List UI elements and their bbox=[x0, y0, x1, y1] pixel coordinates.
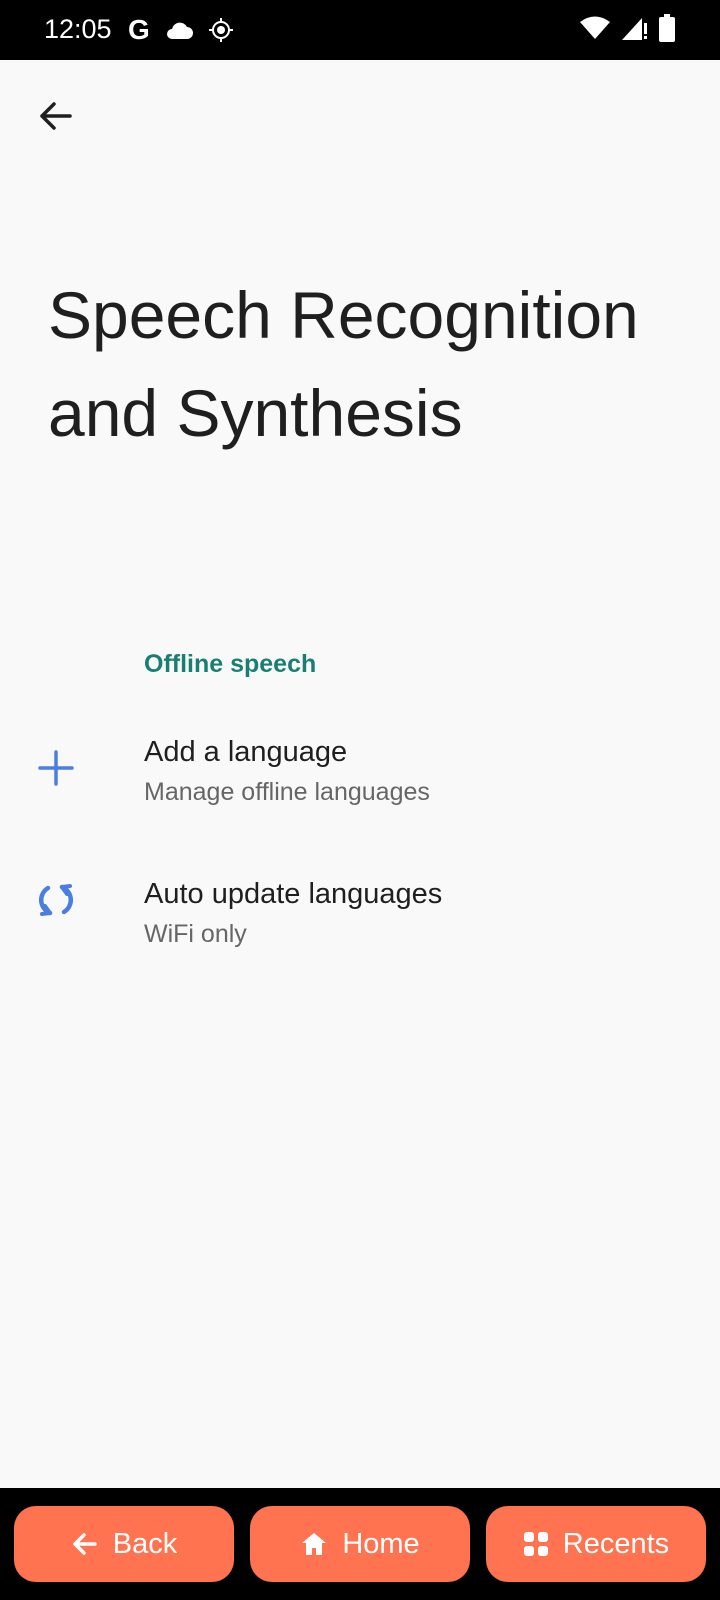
status-bar: 12:05 G bbox=[0, 0, 720, 60]
arrow-left-icon bbox=[73, 1533, 97, 1555]
status-time: 12:05 bbox=[44, 14, 112, 44]
add-language-item[interactable]: Add a language Manage offline languages bbox=[0, 708, 720, 838]
auto-update-languages-item[interactable]: Auto update languages WiFi only bbox=[0, 850, 720, 980]
battery-icon bbox=[659, 14, 675, 42]
status-icons-right bbox=[580, 14, 676, 42]
home-icon bbox=[302, 1533, 327, 1555]
arrow-left-icon bbox=[40, 102, 72, 130]
signal-icon bbox=[622, 18, 647, 40]
section-header: Offline speech bbox=[144, 650, 317, 678]
nav-recents-button[interactable]: Recents bbox=[486, 1506, 706, 1582]
cloud-icon bbox=[166, 22, 193, 39]
item-summary: WiFi only bbox=[144, 920, 247, 948]
nav-back-label: Back bbox=[112, 1527, 178, 1560]
google-icon: G bbox=[128, 14, 150, 45]
sync-icon bbox=[36, 880, 76, 920]
plus-icon bbox=[36, 748, 76, 788]
item-summary: Manage offline languages bbox=[144, 778, 430, 806]
item-title: Auto update languages bbox=[144, 878, 443, 910]
location-icon bbox=[208, 18, 233, 42]
recents-icon bbox=[523, 1532, 548, 1556]
nav-home-label: Home bbox=[342, 1527, 420, 1560]
status-icons-left: G bbox=[128, 14, 234, 46]
back-arrow-button[interactable] bbox=[34, 94, 78, 138]
page-title: Speech Recognition and Synthesis bbox=[48, 278, 639, 450]
nav-home-button[interactable]: Home bbox=[250, 1506, 470, 1582]
item-title: Add a language bbox=[144, 736, 348, 768]
navigation-bar: Back Home Recents bbox=[0, 1488, 720, 1600]
nav-recents-label: Recents bbox=[562, 1527, 670, 1560]
wifi-icon bbox=[580, 16, 610, 39]
nav-back-button[interactable]: Back bbox=[14, 1506, 234, 1582]
